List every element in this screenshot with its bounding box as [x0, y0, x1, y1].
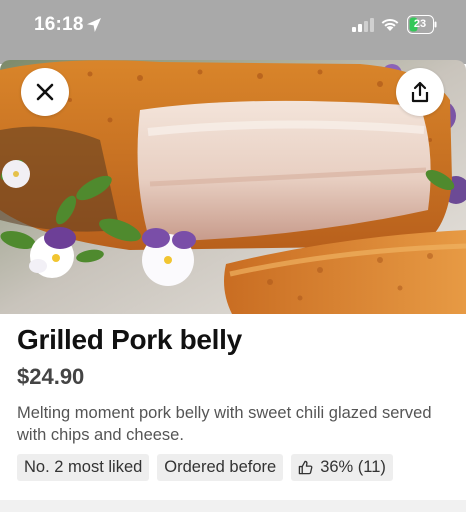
tag-like-rating: 36% (11) [291, 454, 393, 481]
item-tags: No. 2 most liked Ordered before 36% (11) [17, 454, 393, 481]
status-time: 16:18 [34, 14, 84, 35]
close-icon [36, 83, 54, 101]
item-price: $24.90 [17, 364, 85, 389]
share-icon [411, 81, 429, 103]
close-button[interactable] [21, 68, 69, 116]
battery-level: 23 [413, 18, 427, 30]
tag-label: Ordered before [164, 458, 277, 476]
tag-ordered-before: Ordered before [157, 454, 284, 481]
tag-label: No. 2 most liked [24, 458, 143, 476]
section-divider [0, 500, 466, 512]
share-button[interactable] [396, 68, 444, 116]
location-arrow-icon [87, 18, 101, 32]
item-title: Grilled Pork belly [17, 324, 242, 355]
tag-label: 36% (11) [320, 458, 386, 476]
tag-most-liked: No. 2 most liked [17, 454, 150, 481]
cellular-signal-icon [352, 18, 374, 32]
status-bar: 16:18 23 [0, 0, 466, 54]
thumbs-up-icon [298, 460, 313, 475]
wifi-icon [381, 18, 399, 31]
item-description: Melting moment pork belly with sweet chi… [17, 404, 432, 444]
